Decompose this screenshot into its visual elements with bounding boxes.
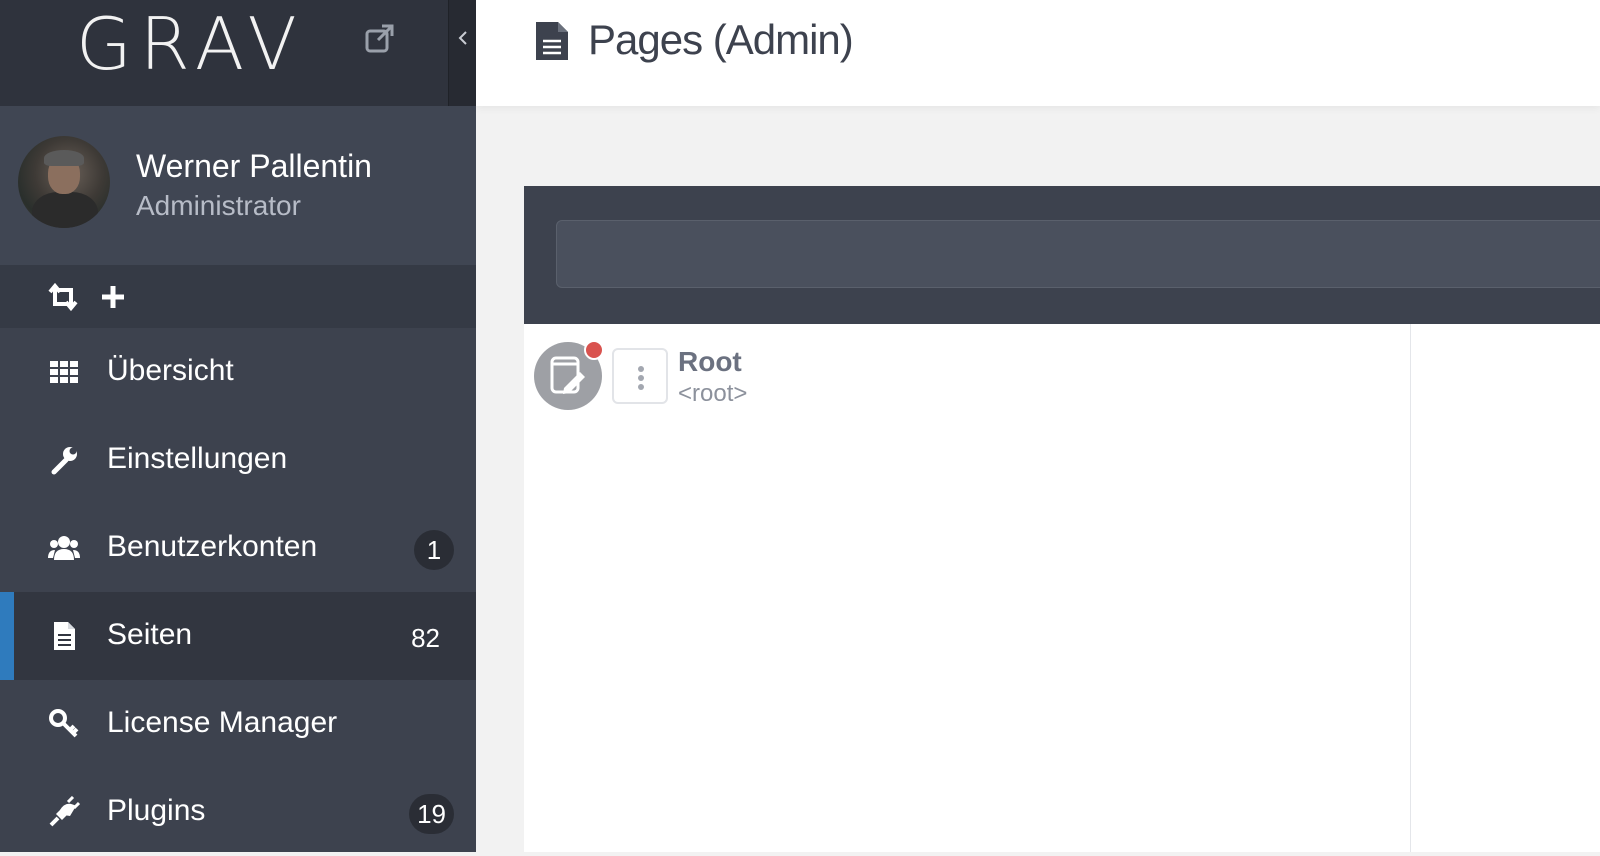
sidebar-item-label: Übersicht <box>107 354 234 387</box>
pages-tree-panel: Root <root> <box>524 324 1600 852</box>
sidebar-item-benutzerkonten[interactable]: Benutzerkonten 1 <box>0 504 476 592</box>
count-badge: 19 <box>409 794 454 834</box>
sidebar-item-label: Seiten <box>107 618 193 651</box>
page-slug: <root> <box>678 380 748 407</box>
logo-bar: GRAV <box>0 0 448 106</box>
column-divider <box>1410 324 1411 852</box>
status-dot <box>584 340 604 360</box>
pages-filter-input[interactable] <box>556 220 1600 288</box>
user-role: Administrator <box>136 190 301 221</box>
user-name[interactable]: Werner Pallentin <box>136 148 372 185</box>
sidebar-item-label: Benutzerkonten <box>107 530 318 563</box>
sidebar-item-label: Plugins <box>107 794 206 827</box>
page-title: Pages (Admin) <box>588 16 854 63</box>
sidebar-item-label: License Manager <box>107 706 338 739</box>
file-icon <box>54 622 75 650</box>
page-header: Pages (Admin) <box>476 0 1600 106</box>
sidebar-item-plugins[interactable]: Plugins 19 <box>0 768 476 856</box>
page-options-button[interactable] <box>612 348 668 404</box>
dashboard-grid-icon <box>50 361 78 383</box>
chevron-left-icon <box>458 31 467 45</box>
sidebar-collapse-button[interactable] <box>448 0 476 106</box>
page-title-root[interactable]: Root <box>678 346 742 378</box>
sidebar-item-label: Einstellungen <box>107 442 288 475</box>
plug-icon <box>49 796 80 827</box>
avatar[interactable] <box>18 136 110 228</box>
wrench-icon <box>51 447 77 475</box>
plus-icon[interactable] <box>96 280 130 314</box>
pages-filter-bar <box>524 186 1600 324</box>
key-icon <box>49 709 79 738</box>
file-icon <box>536 22 568 60</box>
count-badge: 82 <box>411 623 440 653</box>
sidebar-item-einstellungen[interactable]: Einstellungen <box>0 416 476 504</box>
external-link-icon[interactable] <box>364 22 396 54</box>
sidebar-item-license-manager[interactable]: License Manager <box>0 680 476 768</box>
retweet-icon[interactable] <box>46 280 80 314</box>
sidebar: GRAV Werner Pallentin Administrator Über… <box>0 0 476 852</box>
count-badge: 1 <box>414 530 454 570</box>
users-icon <box>48 536 80 560</box>
grav-logo[interactable]: GRAV <box>76 2 305 86</box>
user-panel: Werner Pallentin Administrator <box>0 106 476 266</box>
sidebar-nav: Übersicht Einstellungen Benutzerkonten 1 <box>0 328 476 856</box>
sidebar-item-seiten[interactable]: Seiten 82 <box>0 592 476 680</box>
sidebar-item-uebersicht[interactable]: Übersicht <box>0 328 476 416</box>
quick-actions-bar <box>0 266 476 328</box>
